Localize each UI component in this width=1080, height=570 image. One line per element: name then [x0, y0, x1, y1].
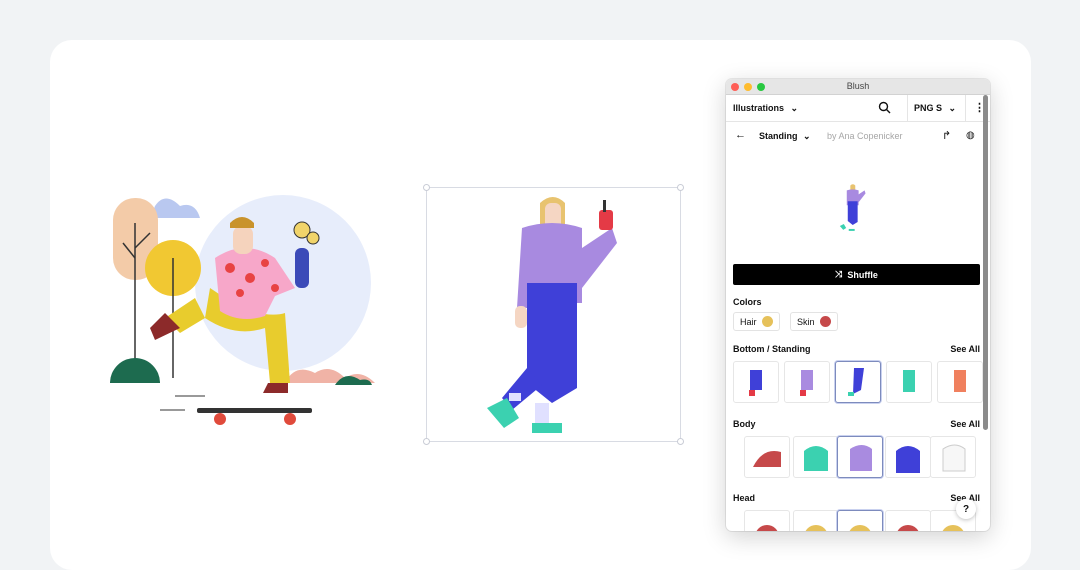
- body-section-heading: Body: [733, 419, 756, 429]
- palette-icon[interactable]: ◍: [966, 130, 975, 141]
- body-option-tile[interactable]: [885, 436, 931, 478]
- bottom-option-tile[interactable]: [733, 361, 779, 403]
- hair-swatch: [761, 316, 773, 327]
- skin-color-chip[interactable]: Skin: [790, 312, 838, 331]
- hair-label: Hair: [740, 316, 757, 327]
- hair-color-chip[interactable]: Hair: [733, 312, 780, 331]
- head-option-tile[interactable]: [793, 510, 839, 531]
- search-icon[interactable]: [878, 101, 891, 114]
- body-see-all-link[interactable]: See All: [950, 419, 980, 429]
- format-dropdown[interactable]: PNG S ⌄: [914, 103, 956, 114]
- author-credit: by Ana Copenicker: [827, 131, 903, 141]
- help-button[interactable]: ?: [956, 499, 976, 519]
- head-option-tile[interactable]: [744, 510, 790, 531]
- body-option-tile[interactable]: [930, 436, 976, 478]
- category-dropdown[interactable]: Illustrations ⌄: [733, 103, 798, 114]
- resize-handle-tr[interactable]: [677, 184, 684, 191]
- collection-header: ← Standing ⌄ by Ana Copenicker ↱ ◍: [726, 122, 990, 150]
- collection-dropdown[interactable]: Standing ⌄: [759, 131, 811, 142]
- bottom-section-heading: Bottom / Standing: [733, 344, 811, 354]
- title-bar: Blush: [726, 79, 990, 95]
- chevron-down-icon: ⌄: [948, 103, 957, 113]
- resize-handle-tl[interactable]: [423, 184, 430, 191]
- format-label: PNG S: [914, 103, 943, 113]
- shuffle-icon: ⤨: [835, 269, 843, 279]
- body-option-tile[interactable]: [744, 436, 790, 478]
- blush-app-window: Blush Illustrations ⌄ PNG S ⌄ ⋮ ← Standi…: [726, 79, 990, 531]
- scrollbar[interactable]: [983, 95, 988, 430]
- window-title: Blush: [846, 81, 870, 91]
- body-option-tile-selected[interactable]: [837, 436, 883, 478]
- body-option-tile[interactable]: [793, 436, 839, 478]
- resize-handle-bl[interactable]: [423, 438, 430, 445]
- shuffle-button[interactable]: ⤨ Shuffle: [733, 264, 980, 285]
- collection-label: Standing: [759, 131, 798, 141]
- back-arrow-icon[interactable]: ←: [735, 129, 746, 141]
- toolbar: Illustrations ⌄ PNG S ⌄ ⋮: [726, 95, 990, 122]
- bottom-option-tile-selected[interactable]: [835, 361, 881, 403]
- bottom-option-tile[interactable]: [886, 361, 932, 403]
- head-option-tile-selected[interactable]: [837, 510, 883, 531]
- bottom-option-tile[interactable]: [937, 361, 983, 403]
- colors-heading: Colors: [733, 297, 762, 307]
- shuffle-label: Shuffle: [847, 269, 878, 280]
- head-section-heading: Head: [733, 493, 756, 503]
- skin-swatch: [819, 316, 831, 327]
- share-icon[interactable]: ↱: [942, 129, 951, 142]
- bottom-option-tile[interactable]: [784, 361, 830, 403]
- chevron-down-icon: ⌄: [790, 103, 799, 113]
- selection-frame[interactable]: [423, 184, 684, 445]
- resize-handle-br[interactable]: [677, 438, 684, 445]
- chevron-down-icon: ⌄: [803, 131, 811, 141]
- standing-figure-illustration: [487, 197, 617, 433]
- skin-label: Skin: [797, 316, 815, 327]
- head-option-tile[interactable]: [885, 510, 931, 531]
- preview-area: [726, 150, 990, 260]
- bottom-see-all-link[interactable]: See All: [950, 344, 980, 354]
- category-label: Illustrations: [733, 103, 785, 113]
- skateboarder-illustration: [110, 195, 375, 425]
- preview-figure-image: [839, 184, 866, 231]
